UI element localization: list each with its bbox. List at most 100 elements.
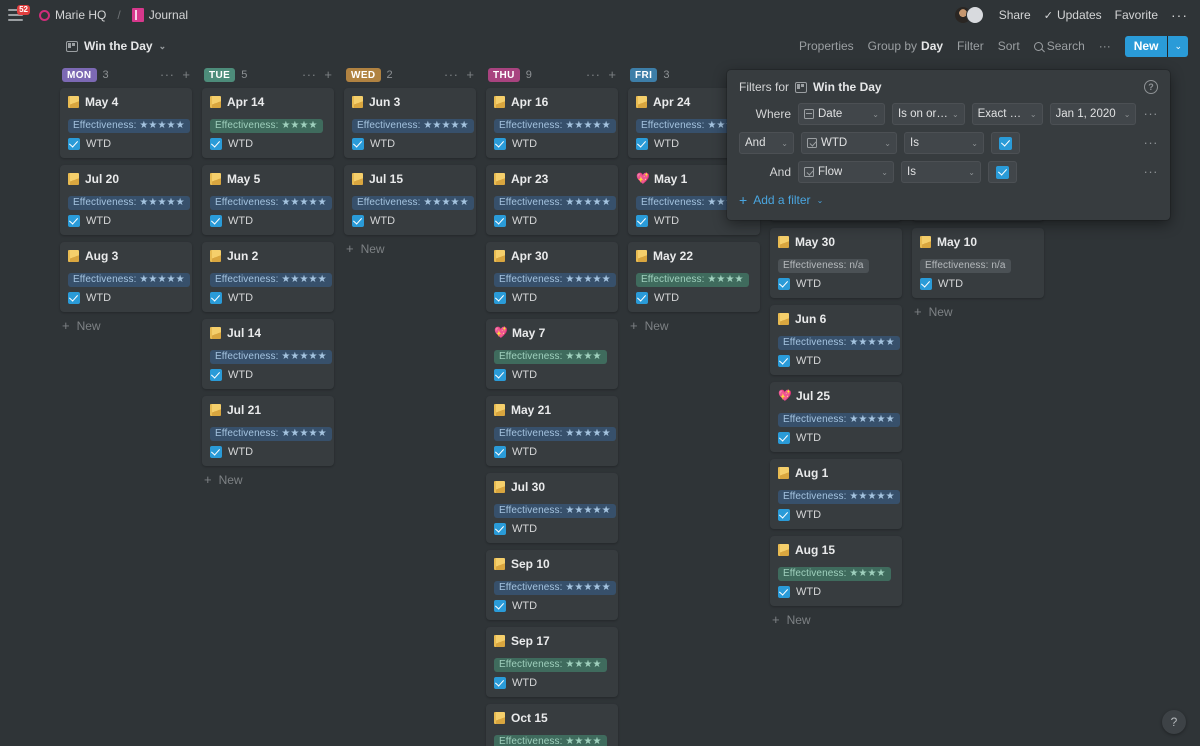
board-card[interactable]: Sep 17 Effectiveness: ★★★★ WTD	[486, 627, 618, 697]
wtd-checkbox[interactable]	[210, 215, 222, 227]
add-filter-button[interactable]: + Add a filter ⌄	[739, 192, 1158, 208]
column-more-icon[interactable]: ···	[160, 68, 175, 81]
wtd-checkbox[interactable]	[210, 446, 222, 458]
board-card[interactable]: Jul 14 Effectiveness: ★★★★★ WTD	[202, 319, 334, 389]
add-card-button[interactable]: + New	[60, 312, 202, 339]
filter-button[interactable]: Filter	[957, 39, 984, 53]
add-card-button[interactable]: + New	[628, 312, 770, 339]
board-card[interactable]: Aug 1 Effectiveness: ★★★★★ WTD	[770, 459, 902, 529]
filter-conjunction-select[interactable]: And ⌄	[739, 132, 794, 154]
wtd-checkbox[interactable]	[352, 215, 364, 227]
board-card[interactable]: Jun 3 Effectiveness: ★★★★★ WTD	[344, 88, 476, 158]
board-card[interactable]: Aug 15 Effectiveness: ★★★★ WTD	[770, 536, 902, 606]
wtd-checkbox[interactable]	[494, 677, 506, 689]
board-card[interactable]: Apr 14 Effectiveness: ★★★★ WTD	[202, 88, 334, 158]
wtd-checkbox[interactable]	[494, 600, 506, 612]
board-card[interactable]: May 4 Effectiveness: ★★★★★ WTD	[60, 88, 192, 158]
board-card[interactable]: Jun 2 Effectiveness: ★★★★★ WTD	[202, 242, 334, 312]
wtd-checkbox[interactable]	[636, 292, 648, 304]
wtd-checkbox[interactable]	[210, 138, 222, 150]
board-card[interactable]: Sep 10 Effectiveness: ★★★★★ WTD	[486, 550, 618, 620]
wtd-checkbox[interactable]	[494, 523, 506, 535]
wtd-checkbox[interactable]	[494, 292, 506, 304]
filter-row-more-icon[interactable]: ···	[1144, 136, 1159, 149]
question-mark-icon[interactable]: ?	[1144, 80, 1158, 94]
updates-button[interactable]: ✓ Updates	[1044, 8, 1102, 22]
filter-row-more-icon[interactable]: ···	[1144, 165, 1159, 178]
column-add-icon[interactable]: +	[608, 68, 616, 81]
breadcrumb-item-journal[interactable]: Journal	[128, 6, 192, 24]
wtd-checkbox[interactable]	[778, 278, 790, 290]
sort-button[interactable]: Sort	[998, 39, 1020, 53]
filter-property-select[interactable]: Flow ⌄	[798, 161, 894, 183]
view-tab-win-the-day[interactable]: Win the Day ⌄	[60, 36, 172, 56]
wtd-checkbox[interactable]	[210, 369, 222, 381]
column-more-icon[interactable]: ···	[302, 68, 317, 81]
board-card[interactable]: Jul 15 Effectiveness: ★★★★★ WTD	[344, 165, 476, 235]
wtd-checkbox[interactable]	[494, 369, 506, 381]
wtd-checkbox[interactable]	[68, 292, 80, 304]
filter-operator-select[interactable]: Is ⌄	[904, 132, 984, 154]
filter-date-mode-select[interactable]: Exact date ⌄	[971, 103, 1043, 125]
filter-operator-select[interactable]: Is ⌄	[901, 161, 981, 183]
wtd-checkbox[interactable]	[778, 509, 790, 521]
new-button-chevron-down-icon[interactable]: ⌄	[1168, 35, 1188, 57]
wtd-checkbox[interactable]	[636, 215, 648, 227]
more-options-icon[interactable]: ···	[1171, 8, 1188, 22]
board-card[interactable]: May 30 Effectiveness: n/a WTD	[770, 228, 902, 298]
breadcrumb-item-workspace[interactable]: Marie HQ	[35, 6, 110, 24]
board-card[interactable]: 💖 Jul 25 Effectiveness: ★★★★★ WTD	[770, 382, 902, 452]
board-card[interactable]: Apr 23 Effectiveness: ★★★★★ WTD	[486, 165, 618, 235]
filter-checkbox-value[interactable]	[991, 132, 1020, 154]
board-card[interactable]: Aug 3 Effectiveness: ★★★★★ WTD	[60, 242, 192, 312]
wtd-checkbox[interactable]	[778, 432, 790, 444]
filter-date-value-select[interactable]: Jan 1, 2020 ⌄	[1049, 103, 1137, 125]
board-card[interactable]: 💖 May 7 Effectiveness: ★★★★ WTD	[486, 319, 618, 389]
properties-button[interactable]: Properties	[799, 39, 854, 53]
new-button[interactable]: New ⌄	[1124, 35, 1188, 57]
add-card-button[interactable]: + New	[344, 235, 486, 262]
column-more-icon[interactable]: ···	[444, 68, 459, 81]
help-button[interactable]: ?	[1162, 710, 1186, 734]
board-card[interactable]: Jul 21 Effectiveness: ★★★★★ WTD	[202, 396, 334, 466]
favorite-button[interactable]: Favorite	[1115, 8, 1158, 22]
search-button[interactable]: Search	[1033, 39, 1085, 53]
filter-row-more-icon[interactable]: ···	[1144, 107, 1159, 120]
board-card[interactable]: May 22 Effectiveness: ★★★★ WTD	[628, 242, 760, 312]
view-more-icon[interactable]: ···	[1099, 39, 1111, 53]
board-card[interactable]: Apr 30 Effectiveness: ★★★★★ WTD	[486, 242, 618, 312]
add-card-button[interactable]: + New	[770, 606, 912, 633]
column-add-icon[interactable]: +	[182, 68, 190, 81]
wtd-checkbox[interactable]	[352, 138, 364, 150]
share-button[interactable]: Share	[999, 8, 1031, 22]
board-card[interactable]: Apr 16 Effectiveness: ★★★★★ WTD	[486, 88, 618, 158]
add-card-button[interactable]: + New	[912, 298, 1054, 325]
wtd-checkbox[interactable]	[636, 138, 648, 150]
column-add-icon[interactable]: +	[324, 68, 332, 81]
filter-property-select[interactable]: Date ⌄	[798, 103, 885, 125]
wtd-checkbox[interactable]	[920, 278, 932, 290]
board-card[interactable]: Jul 20 Effectiveness: ★★★★★ WTD	[60, 165, 192, 235]
add-card-button[interactable]: + New	[202, 466, 344, 493]
wtd-checkbox[interactable]	[494, 215, 506, 227]
board-card[interactable]: May 10 Effectiveness: n/a WTD	[912, 228, 1044, 298]
board-card[interactable]: Oct 15 Effectiveness: ★★★★ WTD	[486, 704, 618, 746]
column-more-icon[interactable]: ···	[586, 68, 601, 81]
wtd-checkbox[interactable]	[210, 292, 222, 304]
avatar-group[interactable]	[953, 6, 984, 24]
wtd-checkbox[interactable]	[494, 138, 506, 150]
wtd-checkbox[interactable]	[68, 138, 80, 150]
filter-operator-select[interactable]: Is on or a… ⌄	[891, 103, 965, 125]
wtd-checkbox[interactable]	[68, 215, 80, 227]
board-card[interactable]: Jun 6 Effectiveness: ★★★★★ WTD	[770, 305, 902, 375]
board-card[interactable]: Jul 30 Effectiveness: ★★★★★ WTD	[486, 473, 618, 543]
group-by-button[interactable]: Group by Day	[868, 39, 943, 53]
filter-property-select[interactable]: WTD ⌄	[801, 132, 897, 154]
column-add-icon[interactable]: +	[466, 68, 474, 81]
wtd-checkbox[interactable]	[494, 446, 506, 458]
filter-checkbox-value[interactable]	[988, 161, 1017, 183]
wtd-checkbox[interactable]	[778, 355, 790, 367]
sidebar-toggle-icon[interactable]: 52	[8, 5, 30, 23]
board-card[interactable]: May 5 Effectiveness: ★★★★★ WTD	[202, 165, 334, 235]
board-card[interactable]: May 21 Effectiveness: ★★★★★ WTD	[486, 396, 618, 466]
